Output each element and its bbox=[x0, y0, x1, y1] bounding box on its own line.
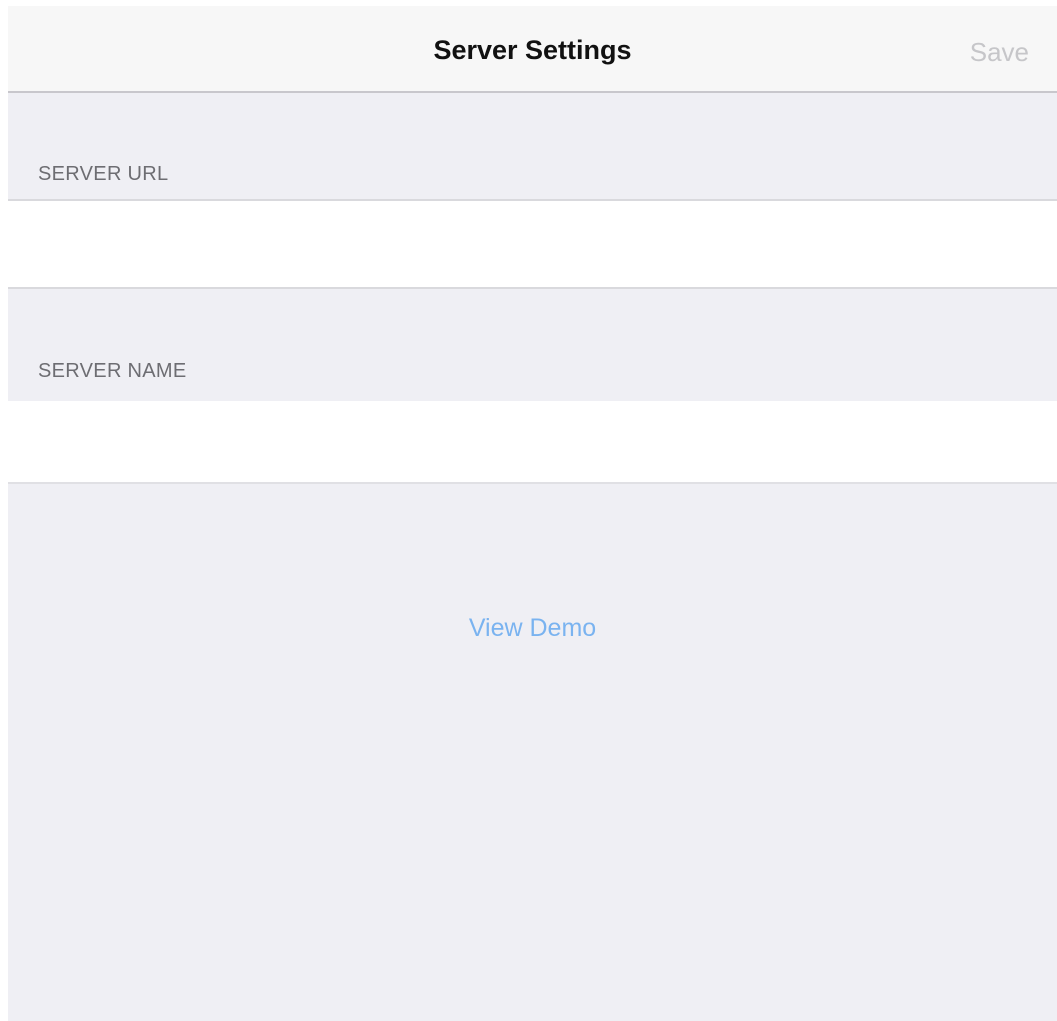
view-demo-button[interactable]: View Demo bbox=[8, 614, 1057, 643]
navigation-bar: Server Settings Save bbox=[8, 6, 1057, 93]
server-name-field[interactable] bbox=[8, 401, 1057, 482]
footer-area: View Demo bbox=[8, 482, 1057, 1021]
server-url-label: SERVER URL bbox=[38, 163, 169, 185]
server-url-field[interactable] bbox=[8, 201, 1057, 287]
server-url-section-header: SERVER URL bbox=[8, 93, 1057, 201]
page-title: Server Settings bbox=[433, 35, 632, 65]
server-settings-screen: Server Settings Save SERVER URL SERVER N… bbox=[0, 0, 1057, 1021]
server-name-section-header: SERVER NAME bbox=[8, 287, 1057, 401]
server-name-label: SERVER NAME bbox=[38, 360, 187, 382]
save-button[interactable]: Save bbox=[970, 37, 1029, 68]
